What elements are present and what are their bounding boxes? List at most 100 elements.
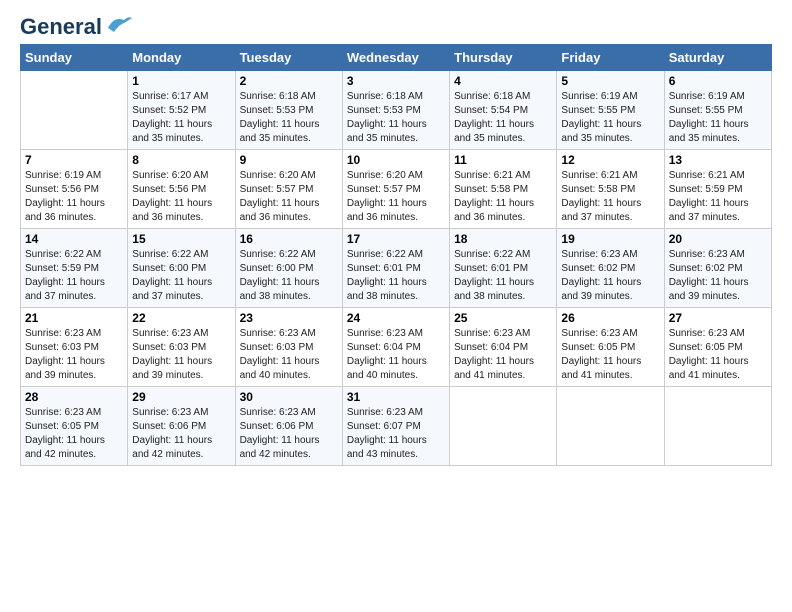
page: General SundayMondayTuesdayWednesdayThur… (0, 0, 792, 612)
day-info: Sunrise: 6:21 AM Sunset: 5:58 PM Dayligh… (561, 169, 659, 225)
day-info: Sunrise: 6:17 AM Sunset: 5:52 PM Dayligh… (132, 90, 230, 146)
day-info: Sunrise: 6:23 AM Sunset: 6:05 PM Dayligh… (561, 327, 659, 383)
day-number: 20 (669, 232, 767, 246)
calendar-cell: 3 Sunrise: 6:18 AM Sunset: 5:53 PM Daylig… (342, 71, 449, 150)
day-number: 4 (454, 74, 552, 88)
day-info: Sunrise: 6:19 AM Sunset: 5:55 PM Dayligh… (669, 90, 767, 146)
day-number: 6 (669, 74, 767, 88)
calendar-table: SundayMondayTuesdayWednesdayThursdayFrid… (20, 44, 772, 466)
day-info: Sunrise: 6:22 AM Sunset: 5:59 PM Dayligh… (25, 248, 123, 304)
calendar-cell: 15Sunrise: 6:22 AM Sunset: 6:00 PM Dayli… (128, 229, 235, 308)
day-info: Sunrise: 6:23 AM Sunset: 6:03 PM Dayligh… (132, 327, 230, 383)
day-number: 25 (454, 311, 552, 325)
weekday-monday: Monday (128, 45, 235, 71)
calendar-cell: 21 Sunrise: 6:23 AM Sunset: 6:03 PM Dayli… (21, 308, 128, 387)
weekday-friday: Friday (557, 45, 664, 71)
calendar-cell: 26 Sunrise: 6:23 AM Sunset: 6:05 PM Dayli… (557, 308, 664, 387)
calendar-cell: 23 Sunrise: 6:23 AM Sunset: 6:03 PM Dayli… (235, 308, 342, 387)
calendar-week-5: 28 Sunrise: 6:23 AM Sunset: 6:05 PM Dayli… (21, 387, 772, 466)
day-number: 19 (561, 232, 659, 246)
day-info: Sunrise: 6:22 AM Sunset: 6:00 PM Dayligh… (132, 248, 230, 304)
header-row: General (20, 16, 772, 34)
calendar-cell: 7Sunrise: 6:19 AM Sunset: 5:56 PM Daylig… (21, 150, 128, 229)
day-number: 7 (25, 153, 123, 167)
weekday-tuesday: Tuesday (235, 45, 342, 71)
calendar-cell: 20 Sunrise: 6:23 AM Sunset: 6:02 PM Dayli… (664, 229, 771, 308)
day-number: 3 (347, 74, 445, 88)
day-number: 8 (132, 153, 230, 167)
day-info: Sunrise: 6:23 AM Sunset: 6:05 PM Dayligh… (25, 406, 123, 462)
day-number: 11 (454, 153, 552, 167)
calendar-cell (450, 387, 557, 466)
day-number: 22 (132, 311, 230, 325)
logo: General (20, 16, 134, 34)
day-info: Sunrise: 6:23 AM Sunset: 6:04 PM Dayligh… (347, 327, 445, 383)
day-number: 17 (347, 232, 445, 246)
calendar-cell: 5 Sunrise: 6:19 AM Sunset: 5:55 PM Daylig… (557, 71, 664, 150)
day-number: 31 (347, 390, 445, 404)
calendar-cell (21, 71, 128, 150)
day-info: Sunrise: 6:23 AM Sunset: 6:02 PM Dayligh… (669, 248, 767, 304)
day-number: 10 (347, 153, 445, 167)
calendar-cell (557, 387, 664, 466)
weekday-sunday: Sunday (21, 45, 128, 71)
calendar-cell: 4 Sunrise: 6:18 AM Sunset: 5:54 PM Daylig… (450, 71, 557, 150)
day-info: Sunrise: 6:23 AM Sunset: 6:06 PM Dayligh… (240, 406, 338, 462)
day-info: Sunrise: 6:23 AM Sunset: 6:03 PM Dayligh… (25, 327, 123, 383)
day-info: Sunrise: 6:21 AM Sunset: 5:59 PM Dayligh… (669, 169, 767, 225)
day-info: Sunrise: 6:18 AM Sunset: 5:53 PM Dayligh… (240, 90, 338, 146)
day-number: 12 (561, 153, 659, 167)
day-info: Sunrise: 6:23 AM Sunset: 6:06 PM Dayligh… (132, 406, 230, 462)
day-number: 21 (25, 311, 123, 325)
calendar-week-2: 7Sunrise: 6:19 AM Sunset: 5:56 PM Daylig… (21, 150, 772, 229)
day-number: 24 (347, 311, 445, 325)
day-info: Sunrise: 6:20 AM Sunset: 5:56 PM Dayligh… (132, 169, 230, 225)
day-number: 2 (240, 74, 338, 88)
day-info: Sunrise: 6:22 AM Sunset: 6:01 PM Dayligh… (347, 248, 445, 304)
day-info: Sunrise: 6:21 AM Sunset: 5:58 PM Dayligh… (454, 169, 552, 225)
calendar-cell: 31 Sunrise: 6:23 AM Sunset: 6:07 PM Dayli… (342, 387, 449, 466)
calendar-cell: 29Sunrise: 6:23 AM Sunset: 6:06 PM Dayli… (128, 387, 235, 466)
weekday-wednesday: Wednesday (342, 45, 449, 71)
weekday-thursday: Thursday (450, 45, 557, 71)
calendar-cell: 6 Sunrise: 6:19 AM Sunset: 5:55 PM Daylig… (664, 71, 771, 150)
calendar-cell: 27Sunrise: 6:23 AM Sunset: 6:05 PM Dayli… (664, 308, 771, 387)
calendar-cell: 24 Sunrise: 6:23 AM Sunset: 6:04 PM Dayli… (342, 308, 449, 387)
calendar-cell: 13Sunrise: 6:21 AM Sunset: 5:59 PM Dayli… (664, 150, 771, 229)
calendar-body: 1Sunrise: 6:17 AM Sunset: 5:52 PM Daylig… (21, 71, 772, 466)
day-number: 14 (25, 232, 123, 246)
weekday-header-row: SundayMondayTuesdayWednesdayThursdayFrid… (21, 45, 772, 71)
calendar-cell: 17 Sunrise: 6:22 AM Sunset: 6:01 PM Dayli… (342, 229, 449, 308)
bird-icon (104, 14, 134, 36)
day-number: 9 (240, 153, 338, 167)
day-number: 27 (669, 311, 767, 325)
calendar-cell: 18Sunrise: 6:22 AM Sunset: 6:01 PM Dayli… (450, 229, 557, 308)
day-info: Sunrise: 6:23 AM Sunset: 6:03 PM Dayligh… (240, 327, 338, 383)
day-number: 23 (240, 311, 338, 325)
calendar-cell: 11 Sunrise: 6:21 AM Sunset: 5:58 PM Dayli… (450, 150, 557, 229)
day-number: 16 (240, 232, 338, 246)
calendar-cell: 30Sunrise: 6:23 AM Sunset: 6:06 PM Dayli… (235, 387, 342, 466)
day-info: Sunrise: 6:19 AM Sunset: 5:55 PM Dayligh… (561, 90, 659, 146)
calendar-cell: 28 Sunrise: 6:23 AM Sunset: 6:05 PM Dayli… (21, 387, 128, 466)
calendar-cell: 9Sunrise: 6:20 AM Sunset: 5:57 PM Daylig… (235, 150, 342, 229)
weekday-saturday: Saturday (664, 45, 771, 71)
calendar-cell (664, 387, 771, 466)
calendar-week-1: 1Sunrise: 6:17 AM Sunset: 5:52 PM Daylig… (21, 71, 772, 150)
day-number: 26 (561, 311, 659, 325)
day-number: 28 (25, 390, 123, 404)
calendar-cell: 8 Sunrise: 6:20 AM Sunset: 5:56 PM Daylig… (128, 150, 235, 229)
calendar-cell: 16Sunrise: 6:22 AM Sunset: 6:00 PM Dayli… (235, 229, 342, 308)
day-info: Sunrise: 6:18 AM Sunset: 5:54 PM Dayligh… (454, 90, 552, 146)
calendar-week-3: 14 Sunrise: 6:22 AM Sunset: 5:59 PM Dayli… (21, 229, 772, 308)
day-info: Sunrise: 6:18 AM Sunset: 5:53 PM Dayligh… (347, 90, 445, 146)
day-info: Sunrise: 6:23 AM Sunset: 6:07 PM Dayligh… (347, 406, 445, 462)
calendar-cell: 12 Sunrise: 6:21 AM Sunset: 5:58 PM Dayli… (557, 150, 664, 229)
calendar-cell: 22 Sunrise: 6:23 AM Sunset: 6:03 PM Dayli… (128, 308, 235, 387)
day-number: 5 (561, 74, 659, 88)
calendar-cell: 19Sunrise: 6:23 AM Sunset: 6:02 PM Dayli… (557, 229, 664, 308)
calendar-cell: 14 Sunrise: 6:22 AM Sunset: 5:59 PM Dayli… (21, 229, 128, 308)
day-info: Sunrise: 6:20 AM Sunset: 5:57 PM Dayligh… (347, 169, 445, 225)
logo-text: General (20, 16, 102, 38)
calendar-cell: 2 Sunrise: 6:18 AM Sunset: 5:53 PM Daylig… (235, 71, 342, 150)
